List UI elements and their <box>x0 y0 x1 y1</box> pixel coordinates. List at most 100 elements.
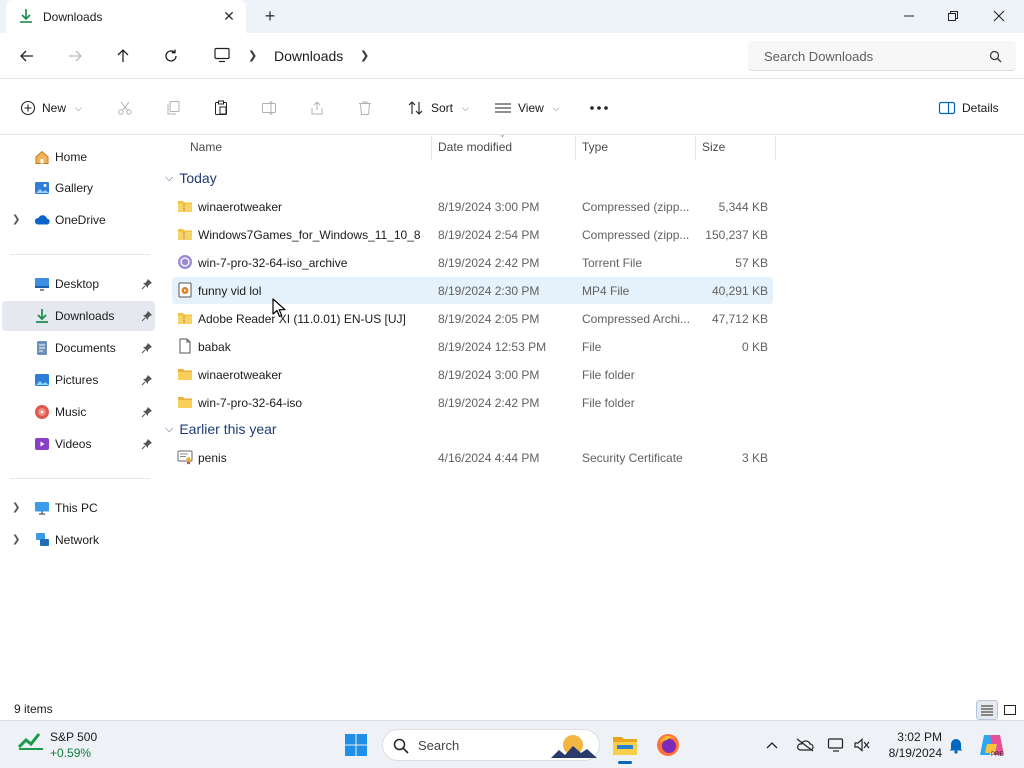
chevron-right-icon[interactable]: ❯ <box>12 502 20 513</box>
close-window-button[interactable] <box>976 0 1022 32</box>
refresh-button[interactable] <box>159 44 183 68</box>
file-name: penis <box>198 451 227 465</box>
sidebar-item-videos[interactable]: Videos <box>2 429 155 459</box>
sidebar-item-this-pc[interactable]: ❯ This PC <box>2 493 155 523</box>
trash-icon <box>359 101 371 115</box>
sidebar-item-downloads[interactable]: Downloads <box>2 301 155 331</box>
sidebar-item-home[interactable]: Home <box>2 142 155 172</box>
tab-downloads[interactable]: Downloads ✕ <box>6 0 246 33</box>
forward-button[interactable] <box>63 44 87 68</box>
tiles-view-button[interactable] <box>999 700 1021 720</box>
chevron-right-icon[interactable]: ❯ <box>12 534 20 545</box>
chevron-right-icon[interactable]: ❯ <box>360 49 369 62</box>
chevron-down-icon[interactable]: ⌵ <box>165 172 173 185</box>
pin-icon[interactable] <box>141 310 153 322</box>
column-header-type[interactable]: Type <box>576 136 696 160</box>
taskbar-clock[interactable]: 3:02 PM 8/19/2024 <box>876 729 942 761</box>
breadcrumb[interactable]: ❯ Downloads ❯ <box>200 41 735 71</box>
sidebar-item-network[interactable]: ❯ Network <box>2 525 155 555</box>
paste-button[interactable] <box>213 96 229 120</box>
onedrive-tray-button[interactable] <box>795 735 815 755</box>
up-button[interactable] <box>111 44 135 68</box>
column-header-name[interactable]: Name <box>184 136 432 160</box>
sidebar-item-music[interactable]: Music <box>2 397 155 427</box>
volume-tray-button[interactable] <box>852 735 872 755</box>
back-button[interactable] <box>15 44 39 68</box>
sidebar-item-label: This PC <box>55 501 98 515</box>
pin-icon[interactable] <box>141 406 153 418</box>
pin-icon[interactable] <box>141 278 153 290</box>
sidebar-item-gallery[interactable]: Gallery <box>2 173 155 203</box>
group-header-earlier-this-year[interactable]: ⌵ Earlier this year <box>165 418 277 440</box>
more-options-button[interactable] <box>589 96 609 120</box>
file-row[interactable]: Adobe Reader XI (11.0.01) EN-US [UJ] 8/1… <box>172 305 773 332</box>
cut-button[interactable] <box>117 96 133 120</box>
sidebar-item-documents[interactable]: Documents <box>2 333 155 363</box>
search-highlight-icon <box>551 735 597 758</box>
chevron-right-icon[interactable]: ❯ <box>248 49 257 62</box>
view-lines-icon <box>495 103 511 113</box>
search-placeholder: Search Downloads <box>764 49 874 64</box>
copilot-button[interactable]: PRE <box>978 731 1006 759</box>
search-input[interactable]: Search Downloads <box>748 41 1016 71</box>
sidebar-item-label: Downloads <box>55 309 115 323</box>
file-row[interactable]: Windows7Games_for_Windows_11_10_8 8/19/2… <box>172 221 773 248</box>
network-tray-button[interactable] <box>826 735 846 755</box>
file-row[interactable]: win-7-pro-32-64-iso 8/19/2024 2:42 PM Fi… <box>172 389 773 416</box>
chevron-right-icon[interactable]: ❯ <box>12 214 20 225</box>
taskbar-search[interactable]: Search <box>382 729 600 761</box>
file-row[interactable]: funny vid lol 8/19/2024 2:30 PM MP4 File… <box>172 277 773 304</box>
file-row[interactable]: penis 4/16/2024 4:44 PM Security Certifi… <box>172 444 773 471</box>
taskbar-firefox[interactable] <box>652 729 684 761</box>
this-pc-icon[interactable] <box>213 47 231 63</box>
notifications-button[interactable] <box>946 735 966 755</box>
sidebar-item-pictures[interactable]: Pictures <box>2 365 155 395</box>
tab-close-icon[interactable]: ✕ <box>219 6 239 26</box>
sidebar-item-label: Music <box>55 405 87 419</box>
sidebar-item-onedrive[interactable]: ❯ OneDrive <box>2 205 155 235</box>
copilot-icon: PRE <box>980 735 1004 758</box>
view-button[interactable]: View ⌵ <box>494 96 560 120</box>
file-row[interactable]: winaerotweaker 8/19/2024 3:00 PM File fo… <box>172 361 773 388</box>
file-icon <box>179 338 191 354</box>
delete-button[interactable] <box>357 96 373 120</box>
view-label: View <box>518 101 544 115</box>
file-row[interactable]: babak 8/19/2024 12:53 PM File 0 KB <box>172 333 773 360</box>
pin-icon[interactable] <box>141 342 153 354</box>
chevron-down-icon[interactable]: ⌵ <box>165 423 173 436</box>
share-button[interactable] <box>309 96 325 120</box>
show-hidden-icons-button[interactable] <box>762 735 782 755</box>
new-tab-icon[interactable]: + <box>260 6 280 26</box>
file-row[interactable]: win-7-pro-32-64-iso_archive 8/19/2024 2:… <box>172 249 773 276</box>
group-header-today[interactable]: ⌵ Today <box>165 167 217 189</box>
sort-button[interactable]: Sort ⌵ <box>407 96 469 120</box>
file-type: Security Certificate <box>582 451 683 465</box>
details-view-button[interactable] <box>976 700 998 720</box>
pin-icon[interactable] <box>141 438 153 450</box>
start-button[interactable] <box>340 729 372 761</box>
details-pane-button[interactable]: Details <box>938 96 999 120</box>
sidebar-item-desktop[interactable]: Desktop <box>2 269 155 299</box>
pin-icon[interactable] <box>141 374 153 386</box>
downloads-icon <box>36 309 48 323</box>
column-header-date-modified[interactable]: Date modified <box>432 136 576 160</box>
taskbar-file-explorer[interactable] <box>609 729 641 764</box>
sidebar-item-label: OneDrive <box>55 213 106 227</box>
item-count: 9 items <box>14 702 53 716</box>
taskbar: S&P 500 +0.59% Search 3:02 PM 8/19/2024 … <box>0 720 1024 768</box>
rename-button[interactable] <box>261 96 277 120</box>
maximize-button[interactable] <box>930 0 976 32</box>
column-header-size[interactable]: Size <box>696 136 776 160</box>
file-size: 5,344 KB <box>718 200 768 214</box>
file-name: winaerotweaker <box>198 368 283 382</box>
minimize-button[interactable] <box>886 0 932 32</box>
file-explorer-icon <box>613 737 637 755</box>
search-icon[interactable] <box>989 50 1002 63</box>
file-row[interactable]: winaerotweaker 8/19/2024 3:00 PM Compres… <box>172 193 773 220</box>
file-type: MP4 File <box>582 284 630 298</box>
copy-button[interactable] <box>165 96 181 120</box>
file-name: winaerotweaker <box>198 200 283 214</box>
stock-widget[interactable]: S&P 500 +0.59% <box>17 729 97 760</box>
new-button[interactable]: New ⌵ <box>20 96 82 120</box>
breadcrumb-downloads[interactable]: Downloads <box>274 48 343 64</box>
